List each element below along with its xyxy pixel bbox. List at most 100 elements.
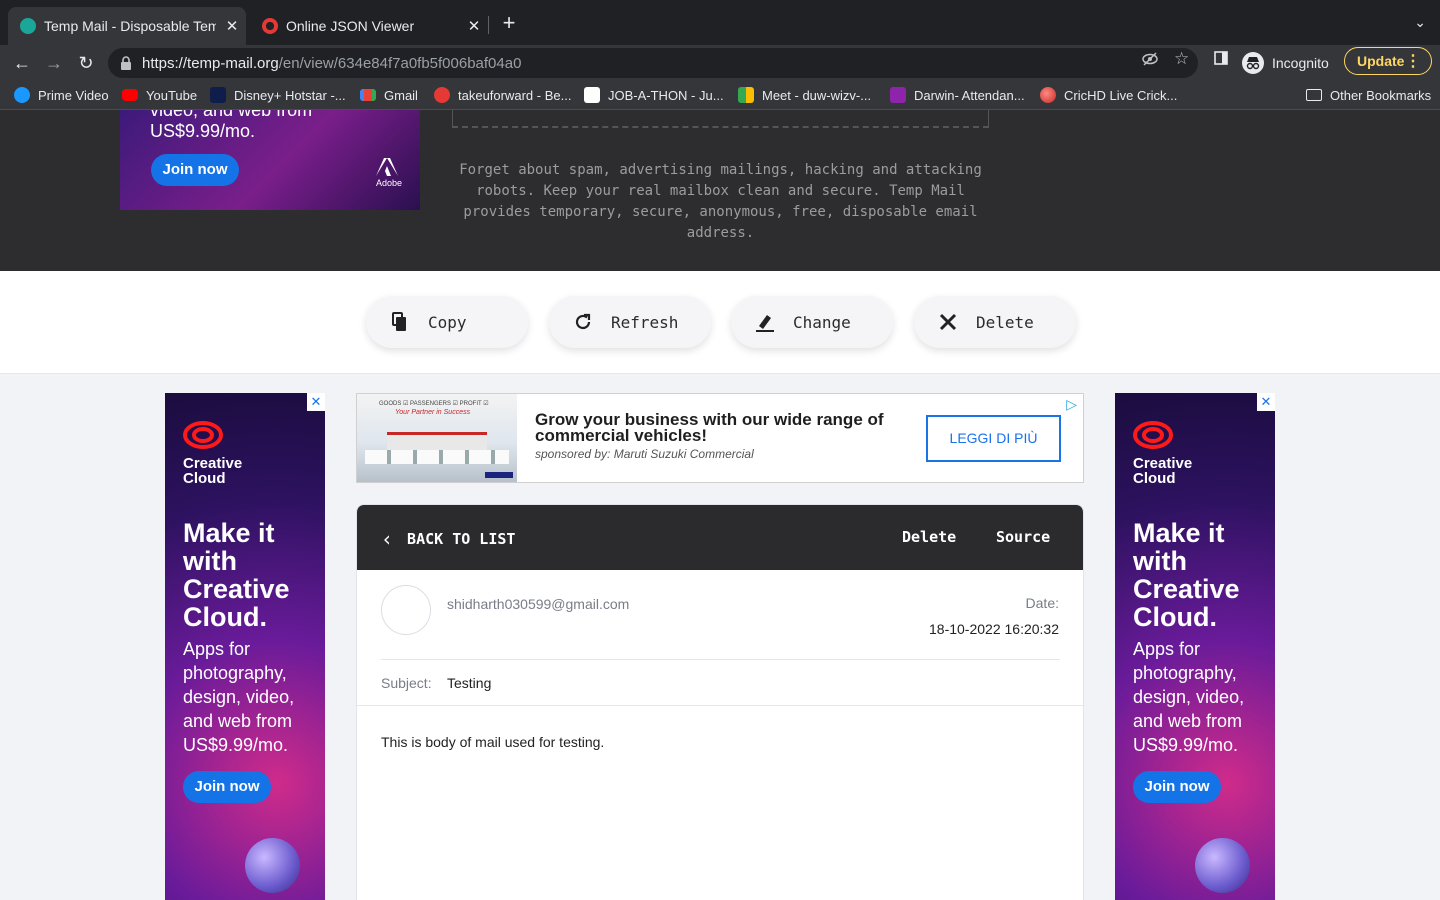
adchoices-icon[interactable]: ▷ xyxy=(1066,396,1077,413)
hotstar-icon xyxy=(210,87,226,103)
chevron-down-icon[interactable]: ⌄ xyxy=(1414,14,1426,31)
meet-icon xyxy=(738,87,754,103)
date-value: 18-10-2022 16:20:32 xyxy=(929,621,1059,637)
date-label: Date: xyxy=(1025,595,1059,611)
web-page: video, and web from US$9.99/mo. Join now… xyxy=(0,110,1440,900)
browser-toolbar: ← → ↻ https://temp-mail.org/en/view/634e… xyxy=(0,45,1440,81)
bookmark-gmail[interactable]: Gmail xyxy=(360,86,418,104)
change-label: Change xyxy=(793,312,851,332)
bookmark-label: YouTube xyxy=(146,87,198,103)
mail-source-button[interactable]: Source xyxy=(996,528,1050,546)
brand-name: Creative Cloud xyxy=(1133,455,1193,487)
folder-icon xyxy=(1306,89,1322,101)
divider xyxy=(357,705,1083,706)
subject-label: Subject: xyxy=(381,675,432,691)
crichd-icon xyxy=(1040,87,1056,103)
temp-mail-favicon-icon xyxy=(20,18,36,34)
vehicles-shape xyxy=(365,450,509,464)
close-icon[interactable]: ✕ xyxy=(466,17,482,35)
bookmark-darwin[interactable]: Darwin- Attendan... xyxy=(890,86,1025,104)
delete-button[interactable]: Delete xyxy=(914,296,1076,348)
email-box-outline xyxy=(452,110,989,128)
banner-sponsor: sponsored by: Maruti Suzuki Commercial xyxy=(535,447,754,461)
mail-delete-button[interactable]: Delete xyxy=(902,528,956,546)
bookmark-prime-video[interactable]: Prime Video xyxy=(14,86,109,104)
back-to-list-button[interactable]: ‹ BACK TO LIST xyxy=(381,527,515,551)
close-icon xyxy=(938,312,958,332)
copy-button[interactable]: Copy xyxy=(366,296,528,348)
sender-email: shidharth030599@gmail.com xyxy=(447,596,630,612)
bookmark-crichd[interactable]: CricHD Live Crick... xyxy=(1040,86,1177,104)
browser-tab-bar: Temp Mail - Disposable Tempo ✕ Online JS… xyxy=(0,0,1440,45)
delete-label: Delete xyxy=(976,312,1034,332)
left-side-ad[interactable]: ✕ Creative Cloud Make it with Creative Cl… xyxy=(165,393,325,900)
back-arrow-icon[interactable]: ← xyxy=(10,51,34,75)
reload-icon[interactable]: ↻ xyxy=(74,51,98,75)
sponsored-banner[interactable]: GOODS ☑ PASSENGERS ☑ PROFIT ☑ Your Partn… xyxy=(356,393,1084,483)
mail-body: This is body of mail used for testing. xyxy=(381,734,605,750)
bookmark-label: Gmail xyxy=(384,87,418,103)
youtube-icon xyxy=(122,89,138,101)
join-now-button[interactable]: Join now xyxy=(183,771,271,803)
bookmark-hotstar[interactable]: Disney+ Hotstar -... xyxy=(210,86,346,104)
close-icon[interactable]: ✕ xyxy=(224,17,240,35)
more-vert-icon: ⋮ xyxy=(1405,53,1421,70)
brand-name: Creative Cloud xyxy=(183,455,243,487)
bookmark-label: Disney+ Hotstar -... xyxy=(234,87,346,103)
avatar xyxy=(381,585,431,635)
tab-separator xyxy=(488,16,489,34)
update-label: Update xyxy=(1357,53,1405,69)
mail-view: ‹ BACK TO LIST Delete Source shidharth03… xyxy=(356,504,1084,900)
incognito-label: Incognito xyxy=(1272,55,1329,71)
join-now-button[interactable]: Join now xyxy=(1133,771,1221,803)
ad-text: video, and web from US$9.99/mo. xyxy=(150,110,313,141)
banner-cta-button[interactable]: LEGGI DI PIÙ xyxy=(926,415,1061,462)
banner-headline: Grow your business with our wide range o… xyxy=(535,410,884,445)
eye-off-icon[interactable] xyxy=(1142,51,1158,71)
takeuforward-icon xyxy=(434,87,450,103)
subject-value: Testing xyxy=(447,675,492,691)
adobe-logo-icon: Adobe xyxy=(376,158,402,188)
bookmark-label: JOB-A-THON - Ju... xyxy=(608,87,724,103)
bookmark-takeuforward[interactable]: takeuforward - Be... xyxy=(434,86,571,104)
ad-close-icon[interactable]: ✕ xyxy=(307,393,325,411)
join-now-button[interactable]: Join now xyxy=(151,154,239,186)
top-ad-banner[interactable]: video, and web from US$9.99/mo. Join now… xyxy=(120,110,420,210)
tab-title: Online JSON Viewer xyxy=(286,18,415,34)
copy-icon xyxy=(390,312,410,332)
incognito-icon xyxy=(1242,52,1264,74)
star-icon[interactable]: ☆ xyxy=(1174,49,1189,69)
right-side-ad[interactable]: ✕ Creative Cloud Make it with Creative Cl… xyxy=(1115,393,1275,900)
forward-arrow-icon[interactable]: → xyxy=(42,51,66,75)
side-panel-icon[interactable] xyxy=(1214,51,1228,69)
ad-subtext: Apps for photography, design, video, and… xyxy=(183,639,295,755)
new-tab-button[interactable]: + xyxy=(498,12,520,34)
tab-title: Temp Mail - Disposable Tempo xyxy=(44,18,216,34)
bookmark-meet[interactable]: Meet - duw-wizv-... xyxy=(738,86,871,104)
action-bar: Copy Refresh Change Delete xyxy=(0,271,1440,374)
tab-temp-mail[interactable]: Temp Mail - Disposable Tempo ✕ xyxy=(8,7,246,45)
bookmark-youtube[interactable]: YouTube xyxy=(122,86,197,104)
creative-cloud-logo-icon xyxy=(1133,421,1173,449)
hero-section: video, and web from US$9.99/mo. Join now… xyxy=(0,110,1440,271)
gmail-icon xyxy=(360,89,376,101)
bookmark-job-a-thon[interactable]: JOB-A-THON - Ju... xyxy=(584,86,724,104)
url-text: https://temp-mail.org/en/view/634e84f7a0… xyxy=(142,54,522,72)
address-bar[interactable]: https://temp-mail.org/en/view/634e84f7a0… xyxy=(108,48,1198,78)
creative-cloud-logo-icon xyxy=(183,421,223,449)
banner-image-slogan: Your Partner in Success xyxy=(395,409,471,416)
bookmark-label: CricHD Live Crick... xyxy=(1064,87,1178,103)
refresh-icon xyxy=(573,312,593,332)
incognito-indicator[interactable]: Incognito xyxy=(1242,49,1329,77)
bookmark-other[interactable]: Other Bookmarks xyxy=(1306,86,1431,104)
bookmark-label: Darwin- Attendan... xyxy=(914,87,1025,103)
bookmark-label: Other Bookmarks xyxy=(1330,87,1432,103)
ad-subtext: Apps for photography, design, video, and… xyxy=(1133,639,1245,755)
refresh-button[interactable]: Refresh xyxy=(549,296,711,348)
pen-icon xyxy=(755,312,775,332)
update-button[interactable]: Update ⋮ xyxy=(1344,47,1432,75)
tab-json-viewer[interactable]: Online JSON Viewer ✕ xyxy=(250,7,488,45)
chevron-left-icon: ‹ xyxy=(381,527,394,551)
change-button[interactable]: Change xyxy=(731,296,893,348)
ad-close-icon[interactable]: ✕ xyxy=(1257,393,1275,411)
